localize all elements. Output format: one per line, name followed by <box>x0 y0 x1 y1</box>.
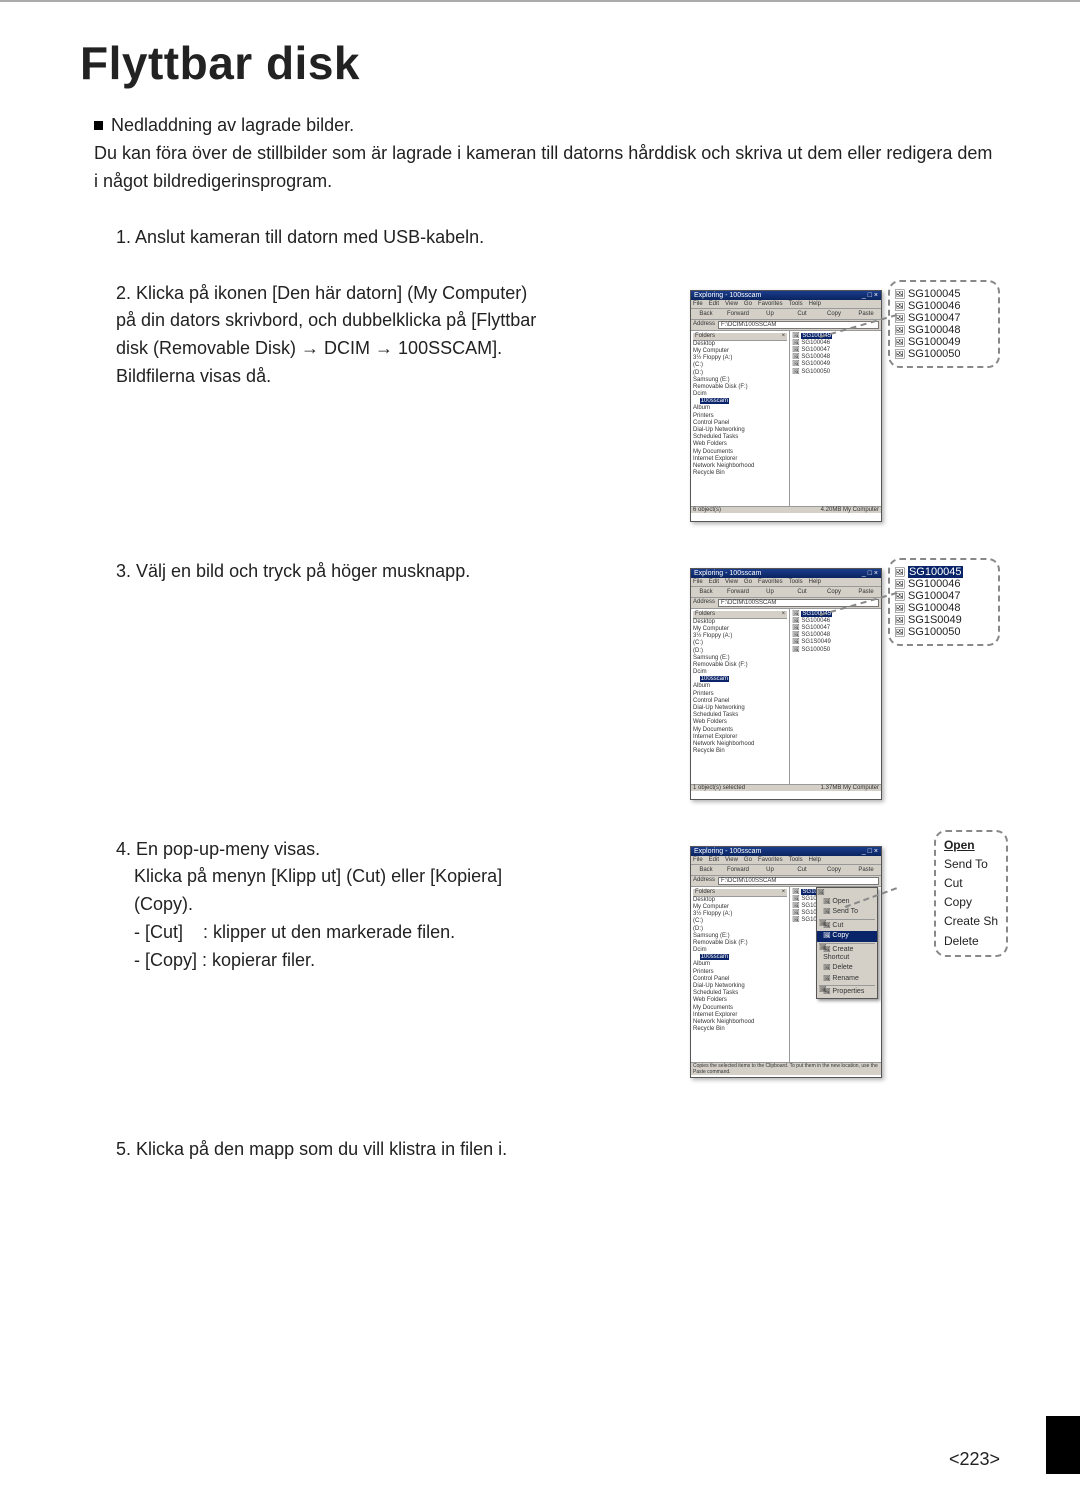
toolbar: BackForwardUpCutCopyPaste <box>691 865 881 876</box>
window-title: Exploring - 100sscam <box>694 848 761 855</box>
explorer-window: Exploring - 100sscam _ □ × FileEditViewGo… <box>690 290 882 522</box>
menubar: FileEditViewGoFavoritesToolsHelp <box>691 578 881 587</box>
edge-tab <box>1046 1416 1080 1474</box>
bullet-icon <box>94 121 103 130</box>
file-list: OpenSend ToCutCopyCreate ShortcutDeleteR… <box>790 887 881 1062</box>
window-controls: _ □ × <box>862 848 878 855</box>
folder-tree: Folders× Desktop My Computer 3½ Floppy (… <box>691 887 790 1062</box>
step-5: 5. Klicka på den mapp som du vill klistr… <box>116 1136 796 1164</box>
explorer-window: Exploring - 100sscam _ □ × FileEditViewGo… <box>690 568 882 800</box>
explorer-window: Exploring - 100sscam _ □ × FileEditViewGo… <box>690 846 882 1078</box>
step-2-figure: Exploring - 100sscam _ □ × FileEditViewGo… <box>690 280 1000 530</box>
folder-tree: Folders× Desktop My Computer 3½ Floppy (… <box>691 331 790 506</box>
step-4-figure: Exploring - 100sscam _ □ × FileEditViewGo… <box>690 836 1000 1086</box>
page-title: Flyttbar disk <box>80 36 1000 90</box>
context-menu: OpenSend ToCutCopyCreate ShortcutDeleteR… <box>816 887 878 1000</box>
menubar: FileEditViewGoFavoritesToolsHelp <box>691 300 881 309</box>
step-3: 3. Välj en bild och tryck på höger muskn… <box>116 558 546 586</box>
window-title: Exploring - 100sscam <box>694 292 761 299</box>
menubar: FileEditViewGoFavoritesToolsHelp <box>691 856 881 865</box>
intro-body: Du kan föra över de stillbilder som är l… <box>94 143 992 191</box>
step-4: 4. En pop-up-meny visas. Klicka på menyn… <box>116 836 546 975</box>
callout-files: SG100045SG100046SG100047SG100048SG100049… <box>888 280 1000 368</box>
address-bar: AddressF:\DCIM\100SSCAM <box>691 320 881 331</box>
callout-context-menu: OpenSend ToCutCopyCreate ShDelete <box>934 830 1008 957</box>
intro-heading: Nedladdning av lagrade bilder. <box>111 115 354 135</box>
toolbar: BackForwardUpCutCopyPaste <box>691 587 881 598</box>
window-controls: _ □ × <box>862 292 878 299</box>
step-3-figure: Exploring - 100sscam _ □ × FileEditViewGo… <box>690 558 1000 808</box>
toolbar: BackForwardUpCutCopyPaste <box>691 309 881 320</box>
window-title: Exploring - 100sscam <box>694 570 761 577</box>
page-number: <223> <box>949 1449 1000 1470</box>
intro-block: Nedladdning av lagrade bilder. Du kan fö… <box>94 112 1000 196</box>
window-controls: _ □ × <box>862 570 878 577</box>
address-bar: AddressF:\DCIM\100SSCAM <box>691 876 881 887</box>
address-bar: AddressF:\DCIM\100SSCAM <box>691 598 881 609</box>
callout-files: SG100045SG100046SG100047SG100048SG1S0049… <box>888 558 1000 646</box>
file-list: SG100045SG100046SG100047SG100048SG100049… <box>790 331 881 506</box>
folder-tree: Folders× Desktop My Computer 3½ Floppy (… <box>691 609 790 784</box>
file-list: SG100045SG100046SG100047SG100048SG1S0049… <box>790 609 881 784</box>
step-2: 2. Klicka på ikonen [Den här datorn] (My… <box>116 280 546 392</box>
step-1: 1. Anslut kameran till datorn med USB-ka… <box>116 224 796 252</box>
